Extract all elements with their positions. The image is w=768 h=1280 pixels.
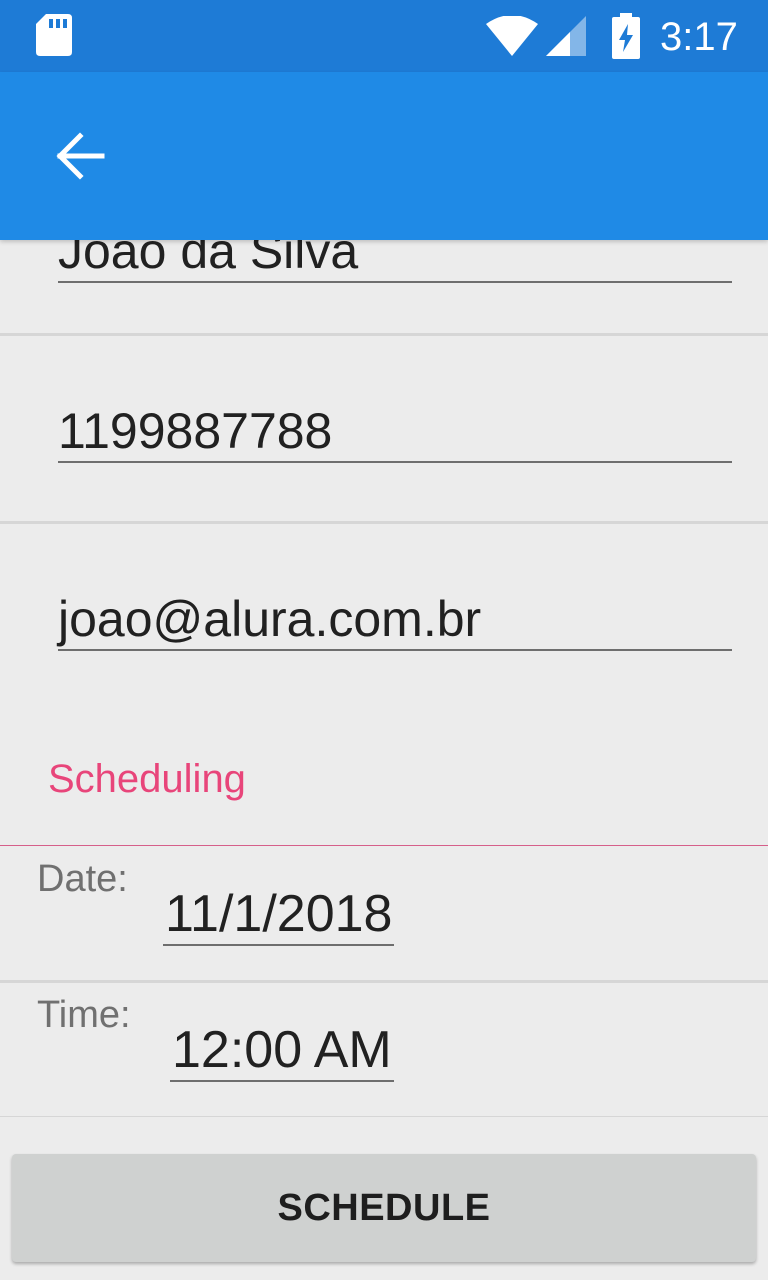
email-field[interactable]: joao@alura.com.br <box>58 589 732 651</box>
form-content[interactable]: Joao da Silva 1199887788 joao@alura.com.… <box>0 240 768 1280</box>
row-divider <box>0 333 768 336</box>
sd-card-icon <box>36 14 72 56</box>
section-divider <box>0 845 768 846</box>
arrow-back-icon <box>56 132 105 180</box>
app-toolbar <box>0 72 768 240</box>
status-clock: 3:17 <box>660 15 738 59</box>
time-picker[interactable]: 12:00 AM <box>170 1020 394 1082</box>
row-divider <box>0 980 768 983</box>
row-divider <box>0 521 768 524</box>
date-picker[interactable]: 11/1/2018 <box>163 884 395 946</box>
row-divider <box>0 1116 768 1117</box>
schedule-button[interactable]: SCHEDULE <box>12 1154 756 1262</box>
phone-field[interactable]: 1199887788 <box>58 401 732 463</box>
time-label: Time: <box>37 994 131 1036</box>
wifi-icon <box>486 16 538 56</box>
cell-signal-icon <box>546 16 586 56</box>
back-button[interactable] <box>40 116 124 196</box>
name-field[interactable]: Joao da Silva <box>58 240 732 283</box>
date-label: Date: <box>37 858 128 900</box>
battery-charging-icon <box>612 13 640 59</box>
status-bar: 3:17 <box>0 0 768 72</box>
scheduling-section-title: Scheduling <box>48 757 246 801</box>
